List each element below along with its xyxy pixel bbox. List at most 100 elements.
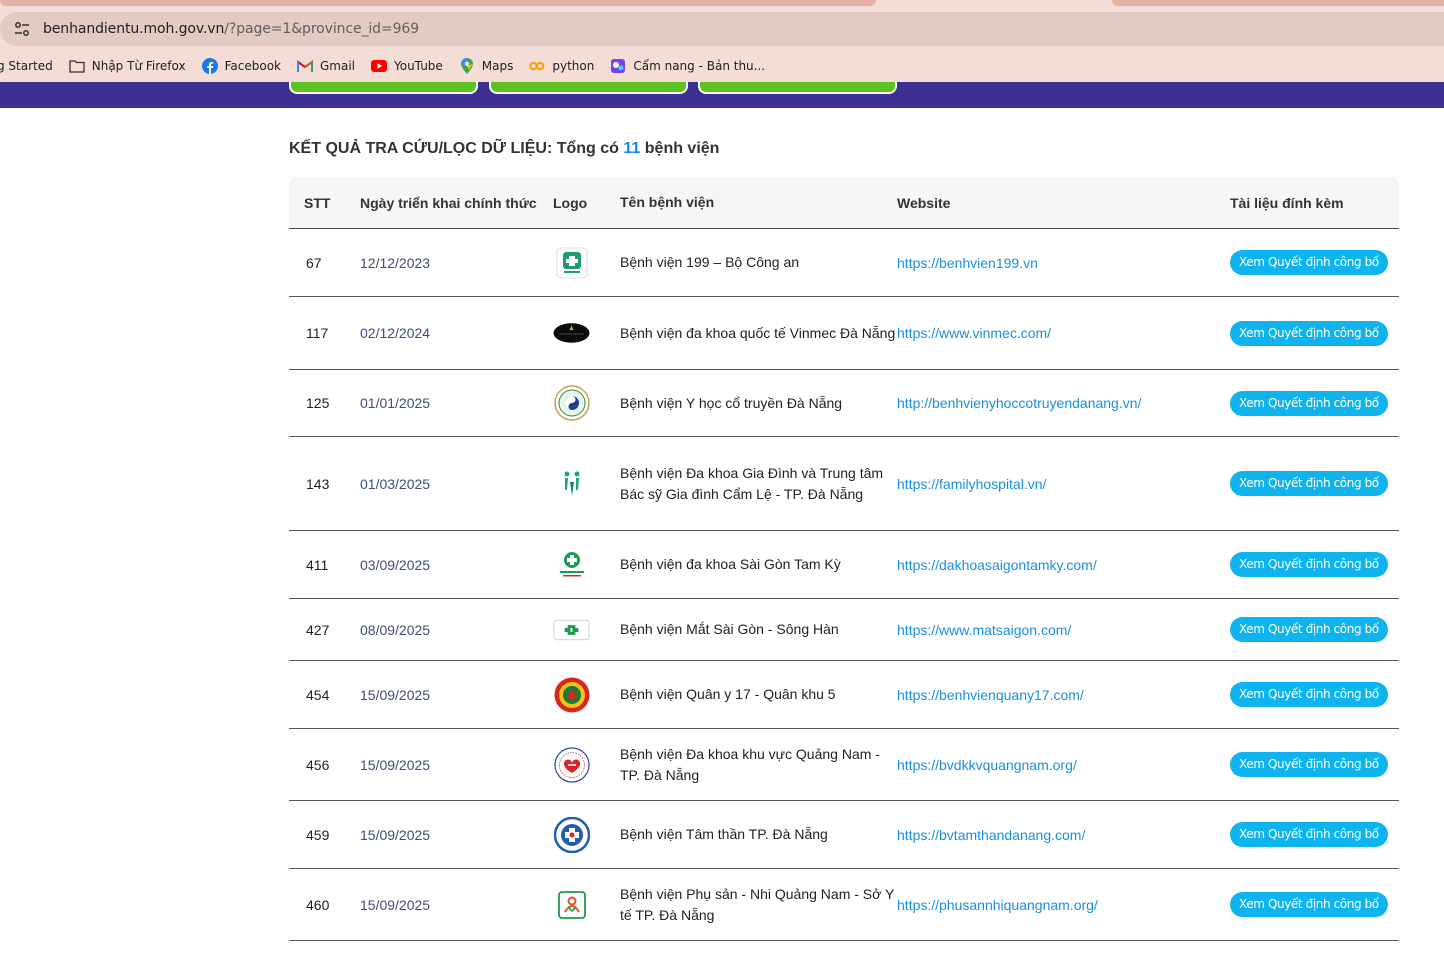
cell-stt: 143 [306,475,330,492]
bookmark-facebook[interactable]: Facebook [201,58,281,74]
results-count: 11 [623,140,641,157]
logo-199-icon [553,244,590,281]
address-bar[interactable]: benhandientu.moh.gov.vn/?page=1&province… [0,12,1444,46]
view-decision-button[interactable]: Xem Quyết định công bố [1230,320,1388,346]
cell-website-link[interactable]: https://phusannhiquangnam.org/ [897,897,1230,913]
cell-stt: 460 [306,896,330,913]
header-nav-button[interactable] [289,82,478,94]
logo-family-icon [553,465,590,502]
cell-website-link[interactable]: https://bvdkkvquangnam.org/ [897,757,1230,773]
cell-date: 03/09/2025 [360,556,431,573]
cell-date: 01/01/2025 [360,395,431,411]
cell-hospital-name: Bệnh viện Mắt Sài Gòn - Sông Hàn [620,621,839,637]
table-row: 411 03/09/2025 Bệnh viện đa khoa Sài Gòn… [289,531,1399,599]
tab-strip [0,0,1444,8]
folder-icon [69,58,85,74]
cell-date: 15/09/2025 [360,826,431,843]
logo-matsaigon-icon [553,611,590,648]
browser-tab[interactable] [1112,0,1444,6]
cell-website-link[interactable]: https://benhvien199.vn [897,255,1230,271]
table-row: 459 15/09/2025 Bệnh viện Tâm thần TP. Đà… [289,801,1399,869]
cell-stt: 456 [306,756,330,773]
table-row: 67 12/12/2023 Bệnh viện 199 – Bộ Công an… [289,229,1399,297]
bookmark-getting-started[interactable]: g Started [0,59,53,73]
hospital-table: STT Ngày triển khai chính thức Logo Tên … [289,177,1399,941]
logo-yhct-icon [553,385,590,422]
cell-stt: 117 [306,325,329,341]
header-date: Ngày triển khai chính thức [360,194,537,211]
header-nav-button[interactable] [698,82,897,94]
view-decision-button[interactable]: Xem Quyết định công bố [1230,822,1388,847]
bookmark-python[interactable]: python [529,58,594,74]
table-row: 460 15/09/2025 Bệnh viện Phụ sản - Nhi Q… [289,869,1399,941]
maps-icon [459,58,475,74]
cell-date: 02/12/2024 [360,325,431,341]
browser-toolbar: benhandientu.moh.gov.vn/?page=1&province… [0,8,1444,50]
logo-phusan-icon [553,886,590,923]
bookmarks-bar: g Started Nhập Từ Firefox Facebook Gmail… [0,50,1444,82]
logo-tamthan-icon [553,816,590,853]
header-name: Tên bệnh viện [620,194,715,210]
view-decision-button[interactable]: Xem Quyết định công bố [1230,390,1388,416]
cell-hospital-name: Bệnh viện Đa khoa Gia Đình và Trung tâm … [620,464,884,502]
url-text[interactable]: benhandientu.moh.gov.vn/?page=1&province… [43,21,419,37]
table-row: 143 01/03/2025 Bệnh viện Đa khoa Gia Đìn… [289,437,1399,531]
view-decision-button[interactable]: Xem Quyết định công bố [1230,682,1388,707]
cell-date: 15/09/2025 [360,756,431,773]
logo-bvdkkv-icon [553,746,590,783]
cell-stt: 454 [306,686,330,703]
youtube-icon [371,58,387,74]
table-row: 427 08/09/2025 Bệnh viện Mắt Sài Gòn - S… [289,599,1399,661]
cell-website-link[interactable]: https://benhvienquany17.com/ [897,687,1230,703]
view-decision-button[interactable]: Xem Quyết định công bố [1230,892,1388,917]
cell-hospital-name: Bệnh viện Tâm thần TP. Đà Nẵng [620,826,828,842]
bookmark-camnang[interactable]: Cẩm nang - Bản thu... [610,58,765,74]
bookmark-maps[interactable]: Maps [459,58,513,74]
header-logo: Logo [553,194,588,211]
header-nav-button[interactable] [489,82,688,94]
view-decision-button[interactable]: Xem Quyết định công bố [1230,552,1388,577]
logo-saigon-tamky-icon [553,546,590,583]
cell-hospital-name: Bệnh viện 199 – Bộ Công an [620,254,800,270]
table-header: STT Ngày triển khai chính thức Logo Tên … [289,177,1399,229]
gmail-icon [296,58,313,74]
cell-date: 01/03/2025 [360,475,431,492]
cell-website-link[interactable]: https://www.matsaigon.com/ [897,622,1230,638]
cell-stt: 67 [306,254,322,271]
cell-website-link[interactable]: https://familyhospital.vn/ [897,476,1230,492]
table-row: 117 02/12/2024 Bệnh viện đa khoa quốc tế… [289,297,1399,370]
bookmark-gmail[interactable]: Gmail [296,58,355,74]
browser-tab[interactable] [0,0,876,6]
cell-date: 12/12/2023 [360,254,431,271]
cell-hospital-name: Bệnh viện Quân y 17 - Quân khu 5 [620,686,836,702]
cell-website-link[interactable]: https://www.vinmec.com/ [897,325,1230,341]
cell-stt: 125 [306,395,330,411]
bookmark-youtube[interactable]: YouTube [371,58,443,74]
facebook-icon [201,58,218,74]
cell-hospital-name: Bệnh viện Đa khoa khu vực Quảng Nam - TP… [620,745,880,783]
python-icon [529,58,545,74]
results-title: KẾT QUẢ TRA CỨU/LỌC DỮ LIỆU: Tổng có 11 … [289,140,720,157]
cell-hospital-name: Bệnh viện Y học cổ truyền Đà Nẵng [620,394,843,411]
cell-hospital-name: Bệnh viện đa khoa quốc tế Vinmec Đà Nẵng [620,324,896,341]
site-header [0,82,1444,108]
bookmark-firefox-import[interactable]: Nhập Từ Firefox [69,58,186,74]
logo-quany17-icon [553,676,590,713]
cell-date: 15/09/2025 [360,686,431,703]
cell-stt: 427 [306,621,330,638]
cell-website-link[interactable]: http://benhvienyhoccotruyendanang.vn/ [897,395,1230,411]
view-decision-button[interactable]: Xem Quyết định công bố [1230,250,1388,275]
cell-date: 08/09/2025 [360,621,431,638]
header-doc: Tài liệu đính kèm [1230,194,1344,211]
view-decision-button[interactable]: Xem Quyết định công bố [1230,617,1388,642]
cell-hospital-name: Bệnh viện Phụ sản - Nhi Quảng Nam - Sở Y… [620,885,895,923]
view-decision-button[interactable]: Xem Quyết định công bố [1230,752,1388,777]
view-decision-button[interactable]: Xem Quyết định công bố [1230,471,1388,496]
cell-website-link[interactable]: https://bvtamthandanang.com/ [897,827,1230,843]
site-settings-icon[interactable] [10,17,34,41]
header-website: Website [897,194,951,211]
cell-website-link[interactable]: https://dakhoasaigontamky.com/ [897,557,1230,573]
cell-date: 15/09/2025 [360,896,431,913]
cell-stt: 459 [306,826,330,843]
table-row: 456 15/09/2025 Bệnh viện Đa khoa khu vực… [289,729,1399,801]
